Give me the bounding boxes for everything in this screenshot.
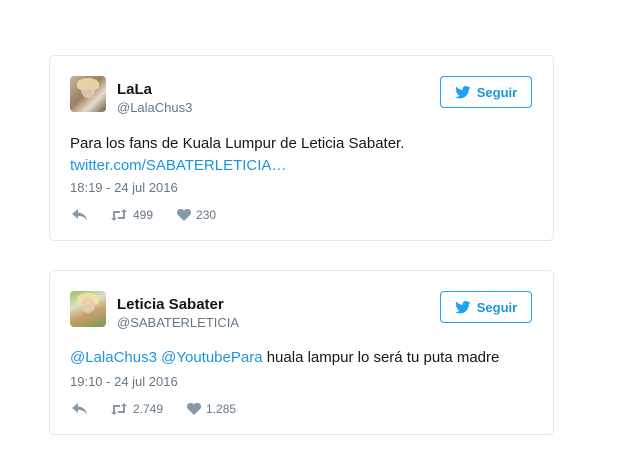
reply-icon xyxy=(72,209,87,221)
reply-icon xyxy=(72,403,87,415)
mention-link[interactable]: @LalaChus3 xyxy=(70,349,157,366)
follow-button[interactable]: Seguir xyxy=(440,76,532,108)
reply-button[interactable] xyxy=(72,209,88,221)
follow-label: Seguir xyxy=(476,299,518,315)
retweet-button[interactable]: 499 xyxy=(110,208,153,222)
like-count: 230 xyxy=(196,208,217,222)
twitter-bird-icon xyxy=(454,300,471,313)
timestamp[interactable]: 19:10 - 24 jul 2016 xyxy=(70,374,178,389)
tweet-text: Para los fans de Kuala Lumpur de Leticia… xyxy=(70,135,405,152)
heart-icon xyxy=(187,403,202,415)
tweet-text: huala lampur lo será tu puta madre xyxy=(266,349,500,366)
reply-button[interactable] xyxy=(72,403,88,415)
tweet-link[interactable]: twitter.com/SABATERLETICIA… xyxy=(70,157,286,174)
mention-link[interactable]: @YoutubePara xyxy=(161,349,262,366)
retweet-icon xyxy=(111,403,127,415)
user-name[interactable]: LaLa xyxy=(117,81,152,98)
like-count: 1.285 xyxy=(206,402,237,416)
avatar[interactable] xyxy=(70,291,106,327)
avatar-face xyxy=(81,82,95,98)
action-bar: 2.749 1.285 xyxy=(72,402,236,416)
retweet-count: 2.749 xyxy=(133,402,164,416)
retweet-button[interactable]: 2.749 xyxy=(110,402,163,416)
like-button[interactable]: 230 xyxy=(177,208,216,222)
tweet-card: Leticia Sabater @SABATERLETICIA Seguir @… xyxy=(49,270,554,435)
user-handle[interactable]: @LalaChus3 xyxy=(117,100,192,115)
action-bar: 499 230 xyxy=(72,208,216,222)
tweet-body: @LalaChus3 @YoutubePara huala lampur lo … xyxy=(70,347,540,369)
user-handle[interactable]: @SABATERLETICIA xyxy=(117,315,239,330)
follow-button[interactable]: Seguir xyxy=(440,291,532,323)
tweet-body: Para los fans de Kuala Lumpur de Leticia… xyxy=(70,133,540,177)
retweet-count: 499 xyxy=(133,208,154,222)
avatar[interactable] xyxy=(70,76,106,112)
follow-label: Seguir xyxy=(476,84,518,100)
twitter-bird-icon xyxy=(454,85,471,98)
avatar-face xyxy=(81,297,95,313)
tweet-card: LaLa @LalaChus3 Seguir Para los fans de … xyxy=(49,55,554,241)
timestamp[interactable]: 18:19 - 24 jul 2016 xyxy=(70,180,178,195)
heart-icon xyxy=(177,209,192,221)
user-name[interactable]: Leticia Sabater xyxy=(117,296,224,313)
retweet-icon xyxy=(111,209,127,221)
like-button[interactable]: 1.285 xyxy=(187,402,236,416)
